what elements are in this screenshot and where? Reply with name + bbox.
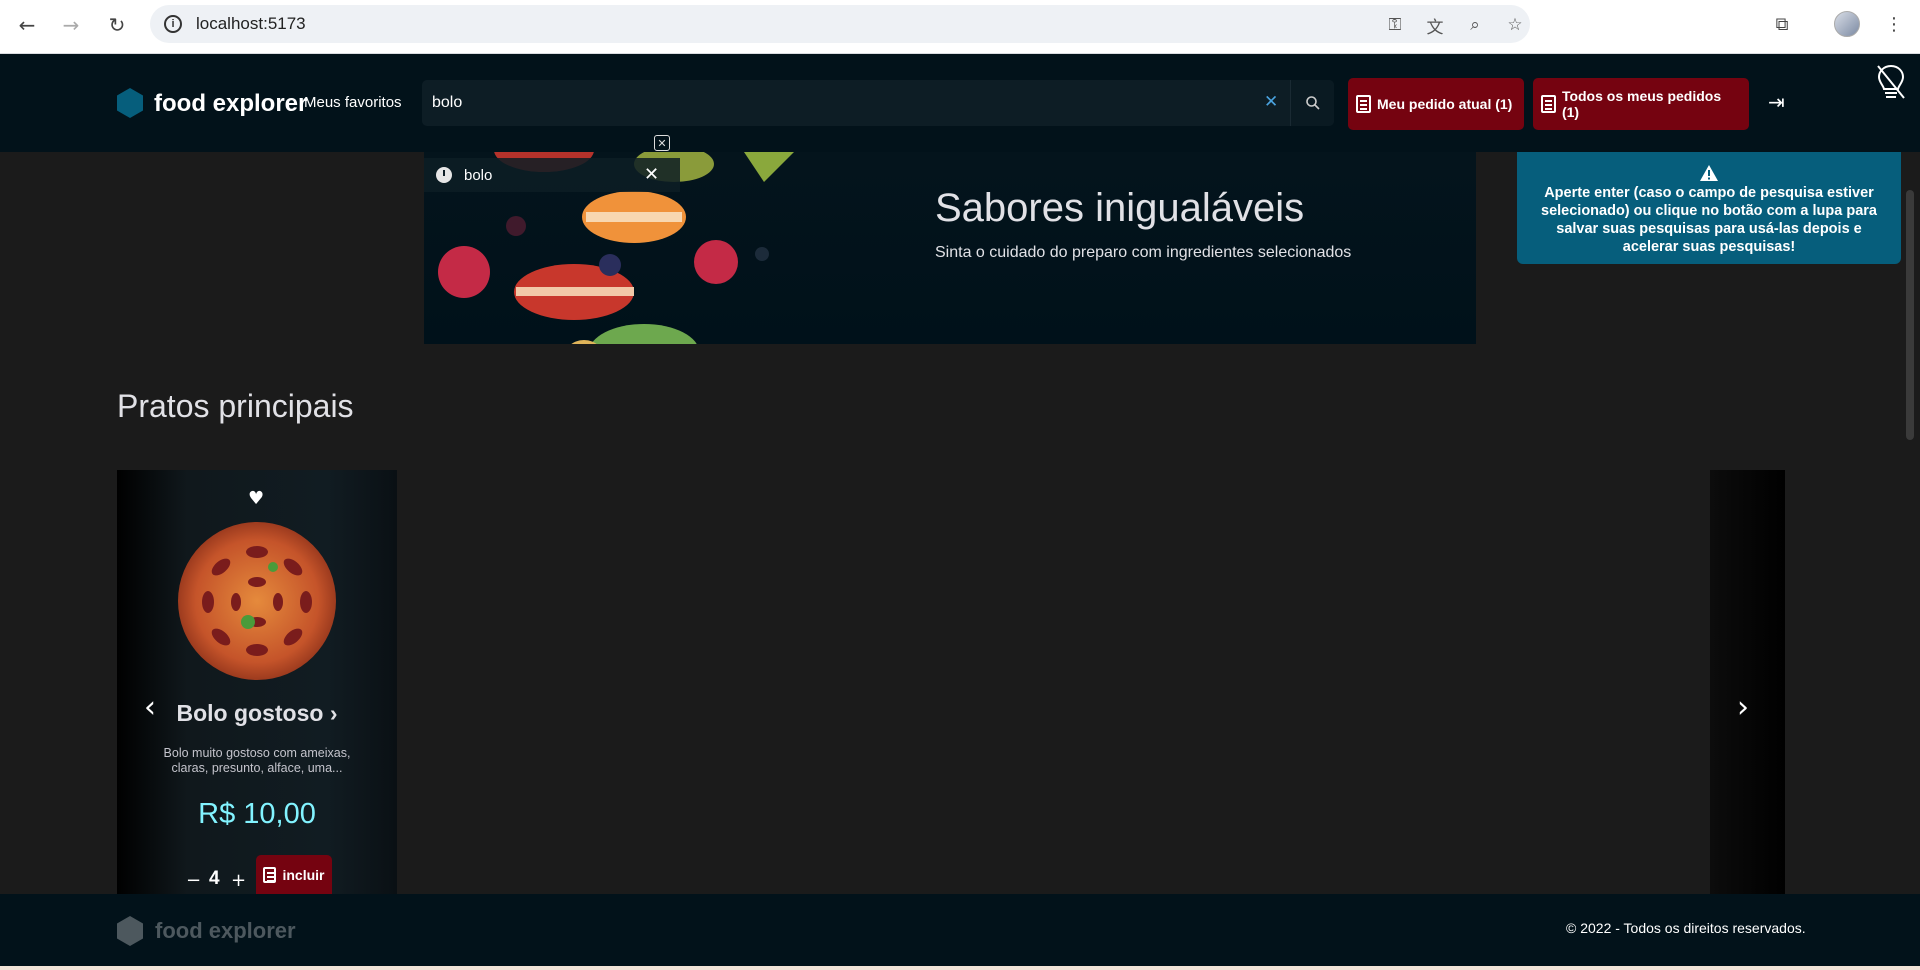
translate-icon[interactable]: 文 — [1424, 15, 1446, 38]
menu-dots-icon[interactable]: ⋮ — [1882, 12, 1906, 36]
info-icon[interactable]: i — [164, 15, 182, 33]
current-order-button[interactable]: Meu pedido atual (1) — [1348, 78, 1524, 130]
forward-icon[interactable]: → — [56, 10, 86, 40]
logo-hexagon-icon — [117, 88, 143, 118]
footer-logo-text: food explorer — [155, 918, 296, 943]
dish-image[interactable] — [178, 522, 336, 680]
close-suggestions-icon[interactable]: ✕ — [654, 135, 670, 151]
receipt-icon — [263, 866, 277, 883]
quantity-value: 4 — [209, 868, 220, 889]
heart-icon[interactable]: ♥ — [248, 488, 264, 509]
dish-name-text: Bolo gostoso — [176, 700, 324, 726]
app-header: food explorer Meus favoritos ✕ Meu pedid… — [0, 54, 1920, 152]
dishes-carousel: ♥ Bolo gostoso › Bolo muito gostoso com … — [117, 470, 1785, 894]
footer: food explorer © 2022 - Todos os direitos… — [0, 894, 1920, 966]
suggestion-item[interactable]: bolo — [464, 167, 492, 184]
search-input[interactable] — [432, 80, 1252, 126]
search-suggestions: bolo ✕ — [424, 158, 680, 192]
all-orders-label: Todos os meus pedidos (1) — [1561, 88, 1722, 120]
carousel-prev-icon[interactable]: ‹ — [144, 690, 156, 725]
password-key-icon[interactable]: ⚿ — [1384, 15, 1406, 35]
remove-suggestion-icon[interactable]: ✕ — [644, 164, 659, 185]
dish-name[interactable]: Bolo gostoso › — [117, 700, 397, 727]
zoom-icon[interactable]: ⌕ — [1464, 15, 1486, 35]
search-box: ✕ — [422, 80, 1334, 126]
lightbulb-off-icon[interactable] — [1874, 62, 1908, 102]
decrease-quantity-button[interactable]: − — [186, 870, 201, 891]
current-order-label: Meu pedido atual (1) — [1377, 96, 1513, 112]
dish-price: R$ 10,00 — [198, 798, 316, 830]
clear-search-icon[interactable]: ✕ — [1264, 92, 1278, 112]
page-bottom-edge — [0, 966, 1920, 970]
logo-text[interactable]: food explorer — [154, 90, 307, 118]
logout-icon[interactable]: ⇥ — [1768, 90, 1785, 114]
banner-title: Sabores inigualáveis — [935, 186, 1305, 230]
receipt-icon — [1356, 95, 1371, 113]
extensions-icon[interactable]: ⧉ — [1770, 12, 1794, 36]
bookmark-star-icon[interactable]: ☆ — [1504, 15, 1526, 35]
favorites-link[interactable]: Meus favoritos — [304, 94, 402, 111]
copyright-text: © 2022 - Todos os direitos reservados. — [1566, 920, 1806, 936]
include-label: incluir — [282, 866, 325, 883]
history-clock-icon — [436, 167, 452, 183]
chevron-right-icon: › — [329, 700, 338, 726]
section-title: Pratos principais — [117, 388, 354, 424]
increase-quantity-button[interactable]: + — [231, 870, 246, 891]
dish-card[interactable]: ♥ Bolo gostoso › Bolo muito gostoso com … — [117, 470, 397, 894]
include-button[interactable]: incluir — [256, 855, 332, 894]
carousel-next-icon[interactable]: › — [1737, 690, 1749, 725]
url-text[interactable]: localhost:5173 — [196, 14, 306, 34]
page-scrollbar[interactable] — [1906, 190, 1914, 440]
carousel-fade-right — [1710, 470, 1785, 894]
address-bar[interactable]: i localhost:5173 ⚿ 文 ⌕ ☆ — [150, 5, 1530, 43]
search-icon[interactable] — [1290, 80, 1334, 126]
browser-toolbar: ← → ↻ i localhost:5173 ⚿ 文 ⌕ ☆ ⧉ ⋮ — [0, 0, 1920, 54]
footer-logo-hexagon-icon — [117, 916, 143, 946]
all-orders-button[interactable]: Todos os meus pedidos (1) — [1533, 78, 1749, 130]
warning-icon — [1700, 165, 1718, 181]
banner-subtitle: Sinta o cuidado do preparo com ingredien… — [935, 244, 1352, 261]
profile-avatar[interactable] — [1834, 11, 1860, 37]
reload-icon[interactable]: ↻ — [102, 10, 132, 40]
tooltip-text: Aperte enter (caso o campo de pesquisa e… — [1541, 185, 1877, 255]
receipt-icon — [1541, 95, 1556, 113]
dish-description: Bolo muito gostoso com ameixas, claras, … — [163, 746, 351, 775]
search-hint-tooltip: Aperte enter (caso o campo de pesquisa e… — [1517, 152, 1901, 264]
back-icon[interactable]: ← — [12, 10, 42, 40]
